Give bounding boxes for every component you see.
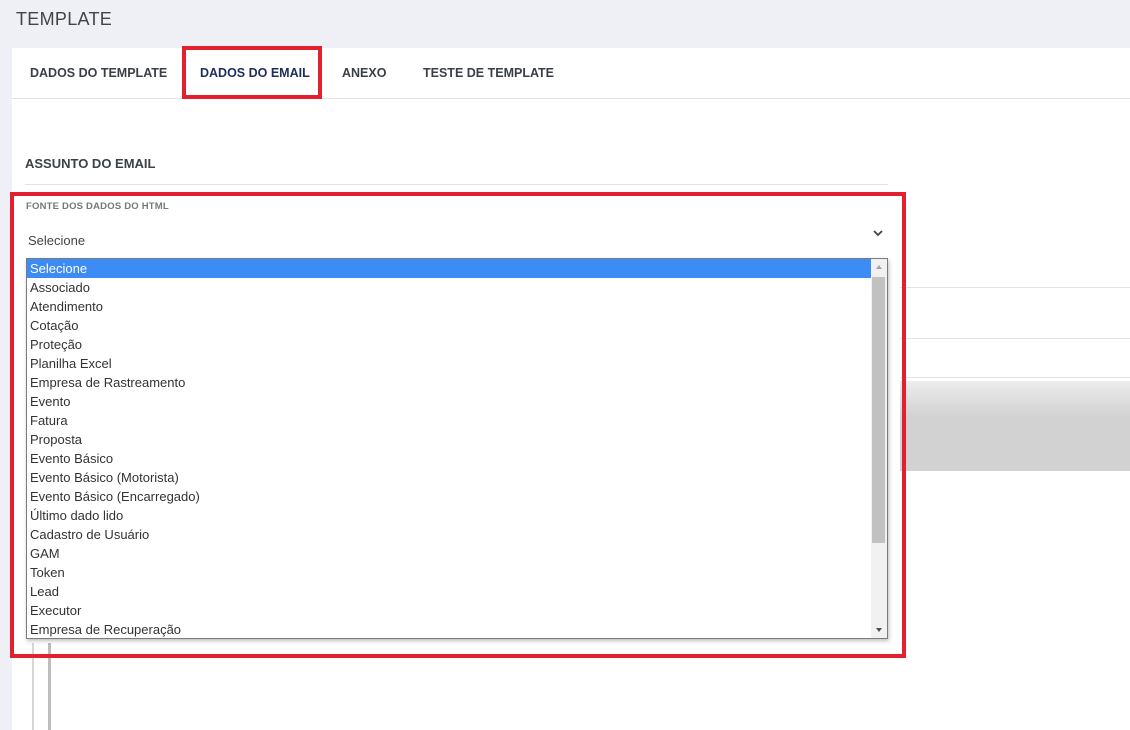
dropdown-option[interactable]: Cadastro de Usuário (27, 525, 887, 544)
editor-border (48, 643, 51, 730)
page-title: TEMPLATE (16, 9, 113, 29)
dropdown-option[interactable]: Executor (27, 601, 887, 620)
select-field[interactable]: Selecione (28, 233, 85, 248)
chevron-down-icon[interactable] (871, 226, 885, 242)
background-divider (900, 377, 1130, 378)
tab-bar: DADOS DO TEMPLATE DADOS DO EMAIL ANEXO T… (12, 48, 1130, 99)
listbox-scrollbar[interactable] (871, 259, 887, 638)
dropdown-option[interactable]: Associado (27, 278, 887, 297)
dropdown-option[interactable]: Empresa de Recuperação (27, 620, 887, 638)
scroll-up-icon[interactable] (871, 259, 887, 275)
field-label: FONTE DOS DADOS DO HTML (26, 201, 169, 212)
dropdown-option[interactable]: Proposta (27, 430, 887, 449)
dropdown-option[interactable]: Fatura (27, 411, 887, 430)
options-listbox[interactable]: Selecione Associado Atendimento Cotação Prot… (26, 258, 888, 639)
dropdown-option[interactable]: Empresa de Rastreamento (27, 373, 887, 392)
dropdown-option[interactable]: Último dado lido (27, 506, 887, 525)
dropdown-option[interactable]: Proteção (27, 335, 887, 354)
dropdown-option[interactable]: Evento Básico (Encarregado) (27, 487, 887, 506)
section-divider (25, 184, 888, 185)
editor-toolbar (900, 381, 1130, 471)
dropdown-option[interactable]: Lead (27, 582, 887, 601)
section-title: ASSUNTO DO EMAIL (25, 156, 156, 171)
dropdown-option[interactable]: Token (27, 563, 887, 582)
dropdown-option[interactable]: Evento Básico (27, 449, 887, 468)
background-divider (900, 338, 1130, 339)
dropdown-option[interactable]: GAM (27, 544, 887, 563)
scroll-thumb[interactable] (872, 277, 885, 543)
dropdown-option[interactable]: Selecione (27, 259, 887, 278)
background-divider (900, 287, 1130, 288)
scroll-down-icon[interactable] (871, 622, 887, 638)
dropdown-option[interactable]: Atendimento (27, 297, 887, 316)
dropdown-option[interactable]: Evento (27, 392, 887, 411)
tab-teste-de-template[interactable]: TESTE DE TEMPLATE (423, 48, 554, 98)
dropdown-option[interactable]: Cotação (27, 316, 887, 335)
dropdown-option[interactable]: Planilha Excel (27, 354, 887, 373)
tab-anexo[interactable]: ANEXO (342, 48, 386, 98)
dropdown-option[interactable]: Evento Básico (Motorista) (27, 468, 887, 487)
tab-dados-do-template[interactable]: DADOS DO TEMPLATE (30, 48, 167, 98)
editor-border (32, 643, 34, 730)
options-list: Selecione Associado Atendimento Cotação Prot… (27, 259, 887, 638)
tab-dados-do-email[interactable]: DADOS DO EMAIL (200, 48, 310, 98)
